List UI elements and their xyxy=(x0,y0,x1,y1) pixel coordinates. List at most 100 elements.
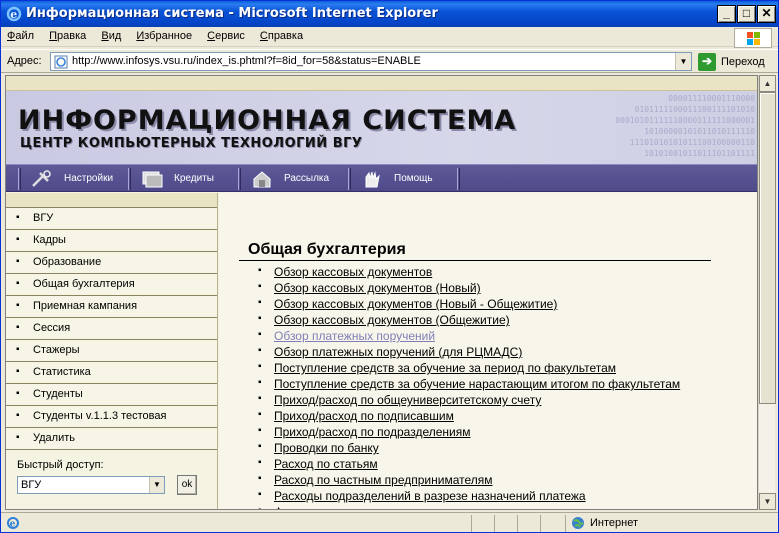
maximize-button[interactable]: □ xyxy=(737,5,756,23)
bullet: ▪ xyxy=(16,212,20,223)
scroll-up-button[interactable]: ▲ xyxy=(759,75,776,92)
sidebar-item-education[interactable]: ▪ Образование xyxy=(6,252,217,274)
report-link[interactable]: Поступление средств за обучение за перио… xyxy=(274,361,616,375)
windows-logo-icon xyxy=(734,28,772,48)
vertical-scrollbar[interactable]: ▲ ▼ xyxy=(758,75,776,510)
menu-file[interactable]: Файл xyxy=(1,27,40,42)
sidebar-item-staff[interactable]: ▪ Кадры xyxy=(6,230,217,252)
report-link[interactable]: Расход по частным предпринимателям xyxy=(274,473,493,487)
nav-bar: Настройки Кредиты Рассылка Помощь xyxy=(6,164,757,192)
settings-icon xyxy=(32,170,51,187)
list-item: ▪ Поступление средств за обучение за пери… xyxy=(258,360,757,376)
report-link[interactable]: Приход/расход по подписавшим xyxy=(274,409,454,423)
sidebar-header xyxy=(6,193,217,208)
bullet: ▪ xyxy=(16,432,20,443)
menu-edit[interactable]: Правка xyxy=(43,27,92,42)
sidebar-item-accounting[interactable]: ▪ Общая бухгалтерия xyxy=(6,274,217,296)
nav-credits-label: Кредиты xyxy=(174,173,214,184)
bullet: ▪ xyxy=(258,329,262,340)
quick-access-select[interactable]: ВГУ ▼ xyxy=(17,476,165,494)
page-viewport: 000011110001110000 010111110001110011110… xyxy=(5,75,758,510)
chevron-down-icon[interactable]: ▼ xyxy=(149,477,164,493)
sidebar-item-students-test[interactable]: ▪ Студенты v.1.1.3 тестовая xyxy=(6,406,217,428)
sidebar-item-vgu[interactable]: ▪ ВГУ xyxy=(6,208,217,230)
bullet: ▪ xyxy=(16,322,20,333)
menu-tools[interactable]: Сервис xyxy=(201,27,251,42)
nav-credits[interactable]: Кредиты xyxy=(128,168,238,190)
top-strip xyxy=(6,76,757,91)
report-link[interactable]: Обзор кассовых документов (Новый - Общеж… xyxy=(274,297,557,311)
menu-view[interactable]: Вид xyxy=(95,27,127,42)
sidebar-item-label: Статистика xyxy=(33,366,91,378)
bullet: ▪ xyxy=(258,345,262,356)
page-title: Общая бухгалтерия xyxy=(248,241,406,258)
report-link[interactable]: Обзор кассовых документов xyxy=(274,265,432,279)
scroll-down-button[interactable]: ▼ xyxy=(759,493,776,510)
scroll-thumb[interactable] xyxy=(759,92,776,404)
svg-text:e: e xyxy=(10,520,16,530)
credits-icon xyxy=(142,171,163,188)
internet-zone-icon xyxy=(572,517,584,529)
window-title: Информационная система - Microsoft Inter… xyxy=(26,6,438,21)
nav-settings[interactable]: Настройки xyxy=(18,168,128,190)
list-item: ▪ Приход/расход по подразделениям xyxy=(258,424,757,440)
bullet: ▪ xyxy=(16,300,20,311)
address-dropdown-icon[interactable]: ▼ xyxy=(675,53,691,70)
report-link[interactable]: Расходы подразделений в разрезе назначен… xyxy=(274,489,586,503)
list-item: ▪ Обзор кассовых документов (Общежитие) xyxy=(258,312,757,328)
bullet: ▪ xyxy=(258,393,262,404)
nav-help[interactable]: Помощь xyxy=(348,168,460,190)
sidebar-item-students[interactable]: ▪ Студенты xyxy=(6,384,217,406)
report-link[interactable]: Проводки по банку xyxy=(274,441,379,455)
report-link[interactable]: Приход/расход по общеуниверситетскому сч… xyxy=(274,393,541,407)
banner-binary-pattern: 000011110001110000 010111110001110011110… xyxy=(615,94,755,158)
status-divider xyxy=(540,515,541,532)
bullet: ▪ xyxy=(16,388,20,399)
sidebar-item-statistics[interactable]: ▪ Статистика xyxy=(6,362,217,384)
sidebar-item-admission[interactable]: ▪ Приемная кампания xyxy=(6,296,217,318)
report-link[interactable]: Фонды xyxy=(274,505,312,509)
bullet: ▪ xyxy=(16,410,20,421)
go-button[interactable]: ➔ Переход xyxy=(698,53,776,71)
minimize-button[interactable]: _ xyxy=(717,5,736,23)
report-link[interactable]: Расход по статьям xyxy=(274,457,378,471)
sidebar-item-label: Общая бухгалтерия xyxy=(33,278,135,290)
quick-access: Быстрый доступ: ВГУ ▼ ok xyxy=(6,451,217,509)
report-link[interactable]: Обзор платежных поручений xyxy=(274,329,435,343)
nav-mailing-label: Рассылка xyxy=(284,173,330,184)
nav-separator xyxy=(457,168,460,190)
report-link[interactable]: Обзор кассовых документов (Новый) xyxy=(274,281,481,295)
nav-settings-label: Настройки xyxy=(64,173,114,184)
sidebar-item-session[interactable]: ▪ Сессия xyxy=(6,318,217,340)
title-bar[interactable]: e Информационная система - Microsoft Int… xyxy=(1,1,778,27)
sidebar-item-delete[interactable]: ▪ Удалить xyxy=(6,428,217,450)
ok-button[interactable]: ok xyxy=(177,475,197,495)
report-link[interactable]: Поступление средств за обучение нарастаю… xyxy=(274,377,680,391)
bullet: ▪ xyxy=(258,489,262,500)
report-link[interactable]: Обзор кассовых документов (Общежитие) xyxy=(274,313,510,327)
list-item: ▪ Фонды xyxy=(258,504,757,509)
svg-text:e: e xyxy=(10,8,17,21)
bullet: ▪ xyxy=(258,265,262,276)
nav-mailing[interactable]: Рассылка xyxy=(238,168,348,190)
banner-title: ИНФОРМАЦИОННАЯ СИСТЕМА xyxy=(18,105,517,136)
site-banner: 000011110001110000 010111110001110011110… xyxy=(6,91,757,164)
status-divider xyxy=(494,515,495,532)
close-button[interactable]: ✕ xyxy=(757,5,776,23)
report-link[interactable]: Обзор платежных поручений (для РЦМАДС) xyxy=(274,345,522,359)
address-bar: Адрес: http://www.infosys.vsu.ru/index_i… xyxy=(1,49,778,73)
report-link[interactable]: Приход/расход по подразделениям xyxy=(274,425,470,439)
list-item: ▪ Обзор кассовых документов xyxy=(258,264,757,280)
address-input[interactable]: http://www.infosys.vsu.ru/index_is.phtml… xyxy=(50,52,692,71)
go-label: Переход xyxy=(721,56,765,68)
sidebar: ▪ ВГУ ▪ Кадры ▪ Образование ▪ Общая бухгалте… xyxy=(6,193,218,509)
menu-help[interactable]: Справка xyxy=(254,27,309,42)
address-label: Адрес: xyxy=(7,55,42,67)
nav-separator xyxy=(348,168,351,190)
bullet: ▪ xyxy=(16,344,20,355)
bullet: ▪ xyxy=(258,409,262,420)
sidebar-item-interns[interactable]: ▪ Стажеры xyxy=(6,340,217,362)
bullet: ▪ xyxy=(258,297,262,308)
security-zone-label: Интернет xyxy=(590,517,638,529)
menu-favorites[interactable]: Избранное xyxy=(130,27,198,42)
